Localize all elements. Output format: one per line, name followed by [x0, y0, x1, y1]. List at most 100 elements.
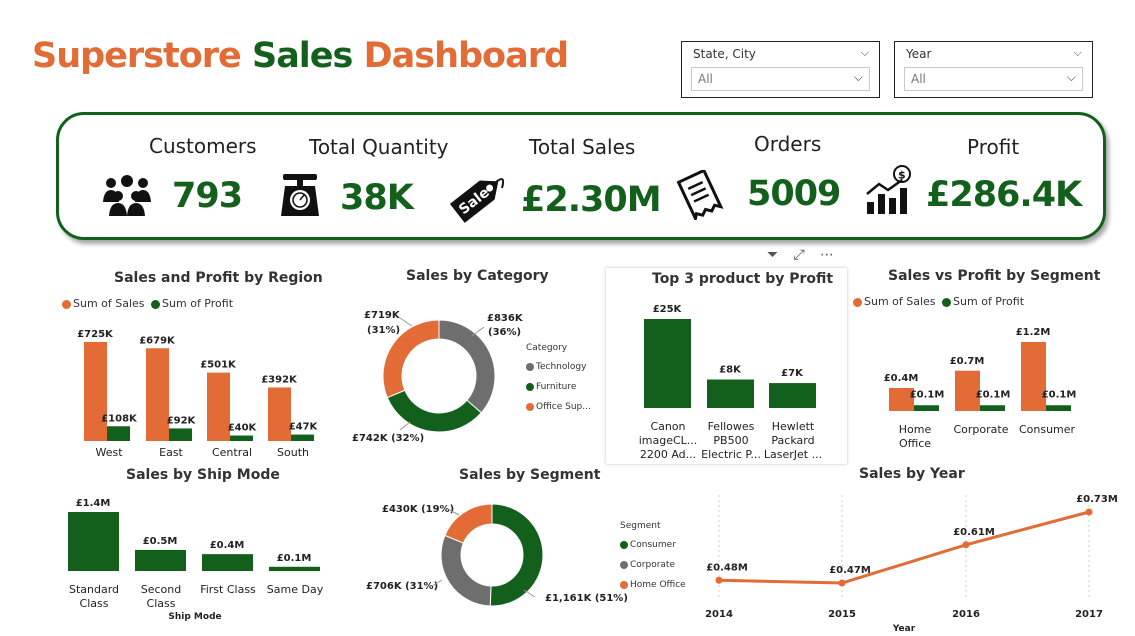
filter-icon[interactable]: ⏷: [767, 247, 789, 263]
year-dropdown[interactable]: All ⌵: [904, 67, 1083, 91]
segment-leader-line: [523, 589, 536, 598]
shipmode-category-label: Same Day: [267, 583, 324, 596]
shipmode-bar: [202, 554, 253, 571]
year-value-label: £0.61M: [953, 527, 995, 538]
year-value-label: £0.48M: [706, 562, 748, 573]
legend-marker: [526, 362, 534, 371]
state-city-slicer[interactable]: State, City ⌵ All ⌵: [681, 41, 880, 98]
year-point: [1085, 508, 1093, 516]
year-slicer[interactable]: Year ⌵ All ⌵: [894, 41, 1093, 98]
title-part-1: Superstore: [32, 36, 242, 76]
shipmode-bar: [135, 549, 186, 571]
kpi-label-customers: Customers: [149, 134, 257, 158]
category-slice-pct: (31%): [367, 325, 400, 336]
region-profit-bar: [107, 426, 130, 441]
legend-profit: Sum of Profit: [162, 297, 234, 310]
legend-label: Furniture: [536, 382, 577, 392]
category-legend: Category Technology Furniture Office Sup…: [526, 342, 591, 417]
legend-marker: [151, 299, 161, 309]
region-sales-bar: [84, 342, 107, 441]
dashboard-title: Superstore Sales Dashboard: [32, 36, 569, 76]
top3-card: [606, 268, 847, 464]
title-part-3: Dashboard: [363, 36, 569, 76]
segment-category-label: Consumer: [1019, 423, 1076, 436]
segment-leader-line: [431, 579, 443, 587]
chevron-down-icon[interactable]: ⌵: [1067, 70, 1076, 85]
region-sales-label: £392K: [261, 374, 298, 385]
kpi-value-profit: £286.4K: [926, 175, 1082, 215]
visual-header-toolbar: ⏷ ⤢ ⋯: [767, 247, 842, 267]
legend-item-home-office: Home Office: [620, 575, 686, 595]
legend-title: Category: [526, 343, 568, 353]
region-legend: Sum of Sales Sum of Profit: [62, 297, 233, 310]
segment-sales-bar: [955, 370, 980, 411]
segment-profit-bar: [1046, 405, 1071, 411]
legend-label: Home Office: [630, 580, 686, 590]
region-profit-label: £108K: [101, 413, 138, 424]
year-point: [715, 576, 723, 584]
category-slice: [386, 389, 482, 433]
shipmode-value-label: £0.5M: [143, 536, 178, 547]
segment-category-label: Office: [899, 437, 931, 450]
region-category-label: South: [277, 446, 309, 459]
segment-slice: [444, 503, 493, 544]
category-leader-line: [399, 421, 411, 431]
focus-mode-icon[interactable]: ⤢: [793, 247, 815, 263]
legend-label: Technology: [536, 362, 587, 372]
legend-sales: Sum of Sales: [864, 295, 936, 308]
kpi-label-total-sales: Total Sales: [529, 135, 636, 159]
region-category-label: West: [95, 446, 123, 459]
region-sales-bar: [268, 387, 291, 441]
year-tick-label: 2016: [952, 609, 980, 620]
kpi-label-profit: Profit: [967, 135, 1020, 159]
region-category-label: East: [159, 446, 183, 459]
legend-marker: [620, 560, 628, 569]
state-city-dropdown[interactable]: All ⌵: [691, 67, 870, 91]
svg-text:$: $: [898, 169, 906, 182]
shipmode-chart-title: Sales by Ship Mode: [126, 467, 280, 483]
region-sales-bar: [146, 348, 169, 441]
legend-label: Corporate: [630, 560, 675, 570]
shipmode-bar: [68, 512, 119, 571]
segment-bar-chart-title: Sales vs Profit by Segment: [888, 268, 1101, 284]
more-options-icon[interactable]: ⋯: [820, 247, 842, 263]
legend-profit: Sum of Profit: [953, 295, 1025, 308]
category-leader-line: [399, 317, 413, 327]
region-sales-label: £725K: [77, 329, 114, 340]
category-leader-line: [471, 326, 485, 337]
legend-title: Segment: [620, 521, 661, 531]
legend-label: Consumer: [630, 540, 676, 550]
region-category-label: Central: [212, 446, 252, 459]
people-icon: [103, 175, 151, 216]
segment-category-label: Corporate: [954, 423, 1009, 436]
region-profit-bar: [230, 435, 253, 441]
segment-bar-legend: Sum of Sales Sum of Profit: [853, 295, 1024, 308]
kpi-value-customers: 793: [172, 176, 243, 216]
segment-slice: [440, 534, 492, 607]
shipmode-value-label: £0.1M: [277, 553, 312, 564]
shipmode-bar: [269, 566, 320, 571]
legend-marker: [526, 382, 534, 391]
kpi-value-total-sales: £2.30M: [521, 180, 662, 220]
year-tick-label: 2014: [705, 609, 733, 620]
chevron-down-icon[interactable]: ⌵: [854, 70, 863, 85]
year-tick-label: 2015: [828, 609, 856, 620]
category-slice: [382, 319, 440, 399]
year-value-label: £0.73M: [1076, 494, 1118, 505]
shipmode-category-label: Standard: [69, 583, 119, 596]
year-point: [962, 541, 970, 549]
segment-pie-legend: Segment Consumer Corporate Home Office: [620, 520, 686, 595]
chevron-down-icon[interactable]: ⌵: [1074, 46, 1082, 60]
category-slice-pct: (36%): [488, 327, 521, 338]
segment-sales-label: £0.7M: [950, 356, 985, 367]
segment-slice-label: £1,161K (51%): [545, 593, 628, 604]
chevron-down-icon[interactable]: ⌵: [861, 46, 869, 60]
segment-profit-label: £0.1M: [976, 389, 1011, 400]
legend-marker: [853, 297, 862, 307]
legend-marker: [526, 402, 534, 411]
legend-marker: [620, 580, 628, 589]
year-chart-title: Sales by Year: [859, 466, 965, 482]
slicer-label: Year: [906, 47, 932, 61]
shipmode-category-label: First Class: [200, 583, 256, 596]
legend-marker: [62, 299, 71, 309]
